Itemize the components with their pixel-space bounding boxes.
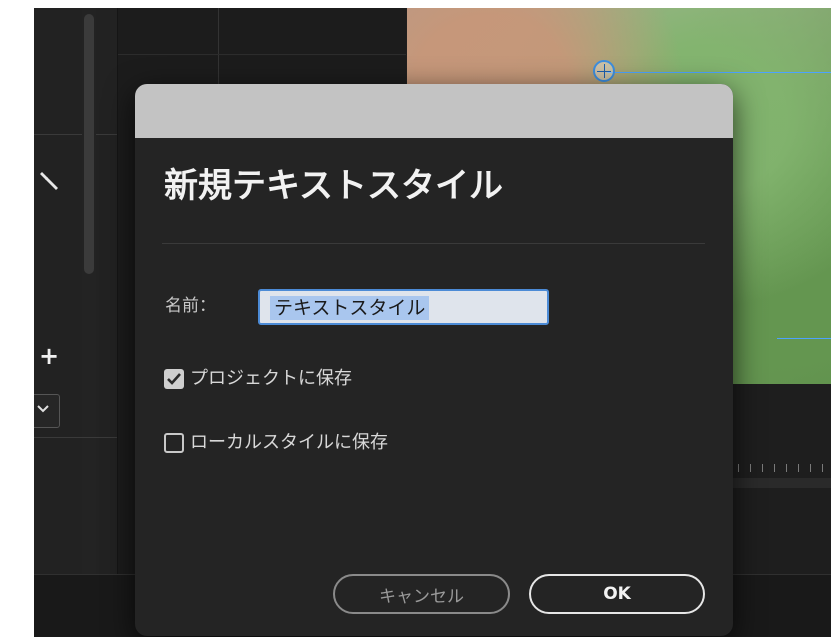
anchor-crosshair-icon[interactable] [593, 60, 615, 82]
left-scrollbar-thumb[interactable] [84, 14, 94, 274]
panel-divider [34, 134, 117, 135]
save-to-local-label: ローカルスタイルに保存 [190, 432, 388, 453]
name-label: 名前： [165, 296, 216, 316]
wrench-icon[interactable] [36, 166, 64, 194]
plus-icon[interactable]: + [39, 344, 59, 368]
save-to-project-label: プロジェクトに保存 [190, 368, 352, 389]
ok-button[interactable]: OK [529, 574, 705, 614]
save-to-project-option[interactable]: プロジェクトに保存 [164, 366, 352, 392]
panel-dropdown[interactable] [34, 394, 60, 428]
panel-divider [34, 437, 117, 438]
dialog-divider [162, 243, 705, 244]
panel-divider [118, 54, 406, 55]
name-input[interactable]: テキストスタイル [258, 289, 549, 325]
left-panel: + [34, 8, 118, 574]
selection-guide-line [777, 338, 831, 339]
name-input-value: テキストスタイル [270, 296, 430, 320]
cancel-button[interactable]: キャンセル [333, 574, 510, 614]
save-to-local-option[interactable]: ローカルスタイルに保存 [164, 430, 388, 456]
timeline-ruler[interactable] [724, 454, 831, 472]
new-text-style-dialog: 新規テキストスタイル 名前： テキストスタイル プロジェクトに保存 ローカルスタ… [135, 84, 733, 636]
checkmark-icon [167, 373, 181, 385]
timeline-track[interactable] [724, 478, 831, 488]
dialog-titlebar[interactable] [135, 84, 733, 138]
save-to-local-checkbox[interactable] [164, 433, 184, 453]
selection-guide-line [607, 72, 831, 73]
dialog-title: 新規テキストスタイル [164, 166, 503, 206]
chevron-down-icon [37, 405, 49, 413]
save-to-project-checkbox[interactable] [164, 369, 184, 389]
